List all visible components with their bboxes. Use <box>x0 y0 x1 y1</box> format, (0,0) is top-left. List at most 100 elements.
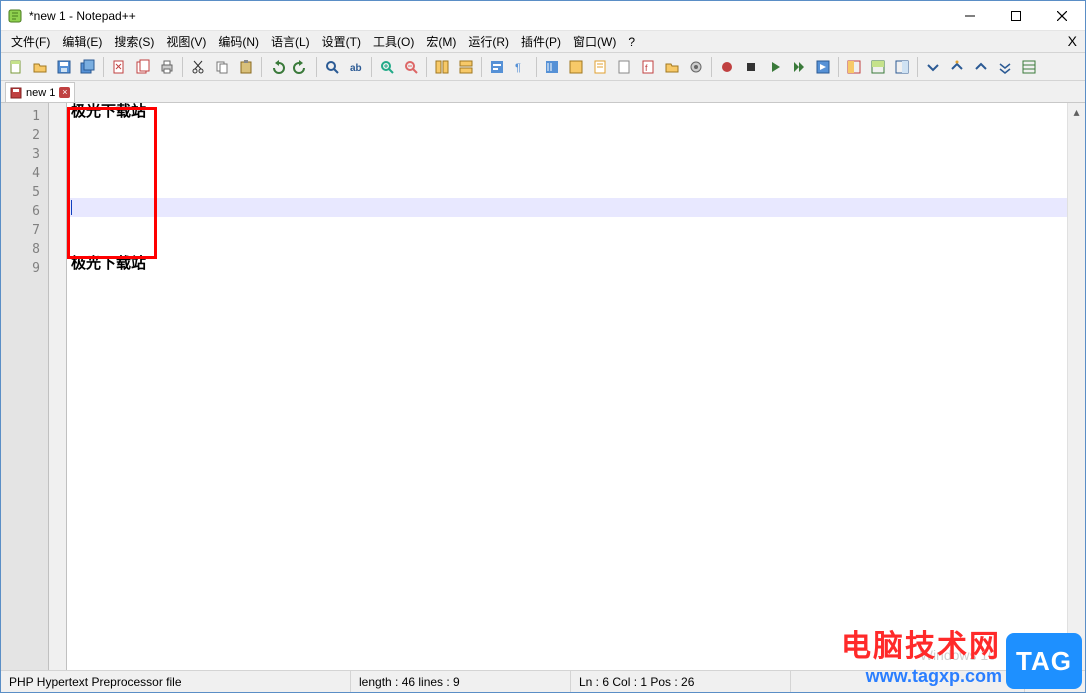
line-number-gutter: 1 2 3 4 5 6 7 8 9 <box>1 103 49 670</box>
line-number: 7 <box>1 221 48 240</box>
collapse-icon[interactable] <box>922 56 944 78</box>
mdi-close-icon[interactable]: X <box>1068 33 1077 49</box>
menu-file[interactable]: 文件(F) <box>5 31 56 52</box>
toolbar-separator <box>536 57 537 77</box>
current-line <box>67 198 1067 217</box>
status-filetype: PHP Hypertext Preprocessor file <box>1 671 351 692</box>
toolbar-separator <box>917 57 918 77</box>
app-icon <box>7 8 23 24</box>
scroll-track[interactable] <box>1068 121 1085 652</box>
menu-window[interactable]: 窗口(W) <box>567 31 622 52</box>
scroll-up-icon[interactable]: ▴ <box>1068 103 1085 121</box>
close-file-icon[interactable] <box>108 56 130 78</box>
open-file-icon[interactable] <box>29 56 51 78</box>
word-wrap-icon[interactable] <box>486 56 508 78</box>
copy-icon[interactable] <box>211 56 233 78</box>
redo-icon[interactable] <box>290 56 312 78</box>
text-editor[interactable]: 极光下载站 极光下载站 <box>67 103 1067 670</box>
editor-text: 极光下载站 <box>71 256 146 272</box>
toolbar-separator <box>371 57 372 77</box>
toolbar-separator <box>103 57 104 77</box>
cut-icon[interactable] <box>187 56 209 78</box>
doc-map-icon[interactable] <box>589 56 611 78</box>
file-tab[interactable]: new 1 × <box>5 82 75 102</box>
menu-bar: 文件(F) 编辑(E) 搜索(S) 视图(V) 编码(N) 语言(L) 设置(T… <box>1 31 1085 53</box>
func-list-icon[interactable]: f <box>637 56 659 78</box>
save-all-icon[interactable] <box>77 56 99 78</box>
replace-icon[interactable]: ab <box>345 56 367 78</box>
all-chars-icon[interactable]: ¶ <box>510 56 532 78</box>
line-number: 8 <box>1 240 48 259</box>
line-number: 1 <box>1 107 48 126</box>
expand-icon[interactable] <box>946 56 968 78</box>
vertical-scrollbar[interactable]: ▴ ▾ <box>1067 103 1085 670</box>
line-number: 2 <box>1 126 48 145</box>
editor-workspace: 1 2 3 4 5 6 7 8 9 极光下载站 极光下载站 ▴ ▾ <box>1 103 1085 670</box>
maximize-button[interactable] <box>993 1 1039 30</box>
close-all-icon[interactable] <box>132 56 154 78</box>
menu-plugins[interactable]: 插件(P) <box>515 31 567 52</box>
zoom-in-icon[interactable] <box>376 56 398 78</box>
menu-run[interactable]: 运行(R) <box>462 31 515 52</box>
menu-tools[interactable]: 工具(O) <box>367 31 420 52</box>
minimize-button[interactable] <box>947 1 993 30</box>
menu-edit[interactable]: 编辑(E) <box>56 31 108 52</box>
uncollapse-icon[interactable] <box>970 56 992 78</box>
app-window: *new 1 - Notepad++ 文件(F) 编辑(E) 搜索(S) 视图(… <box>0 0 1086 693</box>
udl-icon[interactable] <box>565 56 587 78</box>
panel-1-icon[interactable] <box>843 56 865 78</box>
svg-text:ab: ab <box>350 63 362 74</box>
paste-icon[interactable] <box>235 56 257 78</box>
line-number: 5 <box>1 183 48 202</box>
toolbar-separator <box>261 57 262 77</box>
fold-margin <box>49 103 67 670</box>
sync-v-icon[interactable] <box>431 56 453 78</box>
editor-text: 极光下载站 <box>71 104 146 120</box>
find-icon[interactable] <box>321 56 343 78</box>
panel-3-icon[interactable] <box>891 56 913 78</box>
tab-strip: new 1 × <box>1 81 1085 103</box>
toolbar-separator <box>426 57 427 77</box>
play-icon[interactable] <box>764 56 786 78</box>
tag-badge: TAG <box>1006 633 1082 689</box>
window-controls <box>947 1 1085 30</box>
title-bar: *new 1 - Notepad++ <box>1 1 1085 31</box>
save-icon[interactable] <box>53 56 75 78</box>
save-macro-icon[interactable] <box>812 56 834 78</box>
undo-icon[interactable] <box>266 56 288 78</box>
print-icon[interactable] <box>156 56 178 78</box>
window-title: *new 1 - Notepad++ <box>29 9 947 23</box>
indent-guide-icon[interactable] <box>541 56 563 78</box>
stop-icon[interactable] <box>740 56 762 78</box>
menu-help[interactable]: ? <box>622 33 641 51</box>
toolbar-separator <box>182 57 183 77</box>
menu-search[interactable]: 搜索(S) <box>108 31 160 52</box>
toolbar: ab ¶ f <box>1 53 1085 81</box>
doc-switcher-icon[interactable] <box>1018 56 1040 78</box>
sync-h-icon[interactable] <box>455 56 477 78</box>
play-fast-icon[interactable] <box>788 56 810 78</box>
panel-2-icon[interactable] <box>867 56 889 78</box>
status-bar: PHP Hypertext Preprocessor file length :… <box>1 670 1085 692</box>
line-number: 3 <box>1 145 48 164</box>
folder-icon[interactable] <box>661 56 683 78</box>
new-file-icon[interactable] <box>5 56 27 78</box>
menu-language[interactable]: 语言(L) <box>265 31 316 52</box>
status-position: Ln : 6 Col : 1 Pos : 26 <box>571 671 791 692</box>
menu-settings[interactable]: 设置(T) <box>316 31 367 52</box>
caret-icon <box>71 200 72 215</box>
zoom-out-icon[interactable] <box>400 56 422 78</box>
close-button[interactable] <box>1039 1 1085 30</box>
toolbar-separator <box>316 57 317 77</box>
menu-macro[interactable]: 宏(M) <box>420 31 462 52</box>
svg-text:¶: ¶ <box>515 62 521 74</box>
tab-close-icon[interactable]: × <box>59 87 70 98</box>
tab-label: new 1 <box>26 87 55 99</box>
monitor-icon[interactable] <box>685 56 707 78</box>
record-icon[interactable] <box>716 56 738 78</box>
menu-view[interactable]: 视图(V) <box>160 31 212 52</box>
doc-list-icon[interactable] <box>613 56 635 78</box>
file-modified-icon <box>10 87 22 99</box>
menu-encoding[interactable]: 编码(N) <box>212 31 265 52</box>
collapse-all-icon[interactable] <box>994 56 1016 78</box>
